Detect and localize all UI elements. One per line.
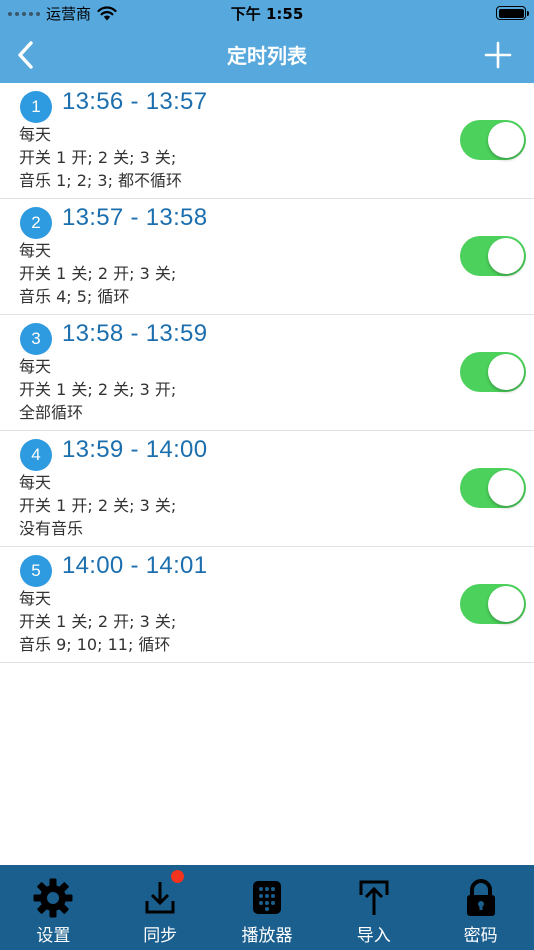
timer-enable-toggle[interactable] (460, 236, 526, 276)
timer-time-range: 13:57 - 13:58 (62, 204, 208, 231)
toggle-knob (488, 238, 524, 274)
timer-repeat: 每天 (19, 125, 52, 144)
status-time: 下午 1:55 (230, 5, 304, 23)
tab-password[interactable]: 密码 (427, 865, 534, 950)
timer-index-badge: 2 (20, 207, 52, 239)
timer-index-badge: 4 (20, 439, 52, 471)
sync-notification-badge (170, 870, 184, 883)
tab-player-label: 播放器 (241, 926, 293, 946)
timer-repeat: 每天 (19, 241, 52, 260)
timer-time-range: 13:56 - 13:57 (62, 88, 208, 115)
gear-icon (33, 878, 73, 918)
timer-time-range: 13:58 - 13:59 (62, 320, 208, 347)
tab-bar: 设置 同步 播放器 导入 密码 (0, 865, 534, 950)
add-icon[interactable] (484, 41, 512, 69)
timer-row[interactable]: 3 13:58 - 13:59 每天 开关 1 关; 2 关; 3 开; 全部循… (0, 315, 534, 431)
timer-music: 全部循环 (19, 403, 84, 422)
timer-switches: 开关 1 关; 2 关; 3 开; (19, 380, 177, 399)
nav-bar: 定时列表 (0, 28, 534, 83)
upload-tray-icon (359, 880, 389, 915)
timer-enable-toggle[interactable] (460, 468, 526, 508)
tab-import[interactable]: 导入 (320, 865, 427, 950)
timer-repeat: 每天 (19, 589, 52, 608)
timer-music: 音乐 9; 10; 11; 循环 (19, 635, 171, 654)
timer-index-badge: 5 (20, 555, 52, 587)
download-tray-icon (145, 882, 175, 914)
timer-switches: 开关 1 关; 2 开; 3 关; (19, 612, 177, 631)
timer-row[interactable]: 5 14:00 - 14:01 每天 开关 1 关; 2 开; 3 关; 音乐 … (0, 547, 534, 663)
tab-settings-label: 设置 (36, 926, 71, 946)
toggle-knob (488, 354, 524, 390)
timer-repeat: 每天 (19, 357, 52, 376)
timer-row[interactable]: 1 13:56 - 13:57 每天 开关 1 开; 2 关; 3 关; 音乐 … (0, 83, 534, 199)
timer-row[interactable]: 2 13:57 - 13:58 每天 开关 1 关; 2 开; 3 关; 音乐 … (0, 199, 534, 315)
player-icon (252, 881, 281, 914)
toggle-knob (488, 586, 524, 622)
timer-index-badge: 3 (20, 323, 52, 355)
tab-import-label: 导入 (356, 926, 391, 946)
page-title: 定时列表 (227, 44, 307, 68)
timer-repeat: 每天 (19, 473, 52, 492)
timer-enable-toggle[interactable] (460, 584, 526, 624)
timer-switches: 开关 1 开; 2 关; 3 关; (19, 496, 177, 515)
timer-time-range: 14:00 - 14:01 (62, 552, 208, 579)
timer-switches: 开关 1 关; 2 开; 3 关; (19, 264, 177, 283)
battery-icon (496, 6, 529, 20)
tab-sync[interactable]: 同步 (107, 865, 214, 950)
timer-music: 音乐 4; 5; 循环 (19, 287, 130, 306)
timer-enable-toggle[interactable] (460, 352, 526, 392)
timer-index-badge: 1 (20, 91, 52, 123)
tab-password-label: 密码 (463, 926, 498, 946)
tab-player[interactable]: 播放器 (214, 865, 321, 950)
toggle-knob (488, 470, 524, 506)
tab-sync-label: 同步 (143, 926, 178, 946)
timer-time-range: 13:59 - 14:00 (62, 436, 208, 463)
timer-music: 音乐 1; 2; 3; 都不循环 (19, 171, 183, 190)
lock-icon (466, 879, 495, 916)
tab-settings[interactable]: 设置 (0, 865, 107, 950)
status-bar: 运营商 下午 1:55 (0, 0, 534, 28)
timer-row[interactable]: 4 13:59 - 14:00 每天 开关 1 开; 2 关; 3 关; 没有音… (0, 431, 534, 547)
timer-music: 没有音乐 (19, 519, 84, 538)
timer-enable-toggle[interactable] (460, 120, 526, 160)
toggle-knob (488, 122, 524, 158)
timer-list: 1 13:56 - 13:57 每天 开关 1 开; 2 关; 3 关; 音乐 … (0, 83, 534, 663)
timer-switches: 开关 1 开; 2 关; 3 关; (19, 148, 177, 167)
